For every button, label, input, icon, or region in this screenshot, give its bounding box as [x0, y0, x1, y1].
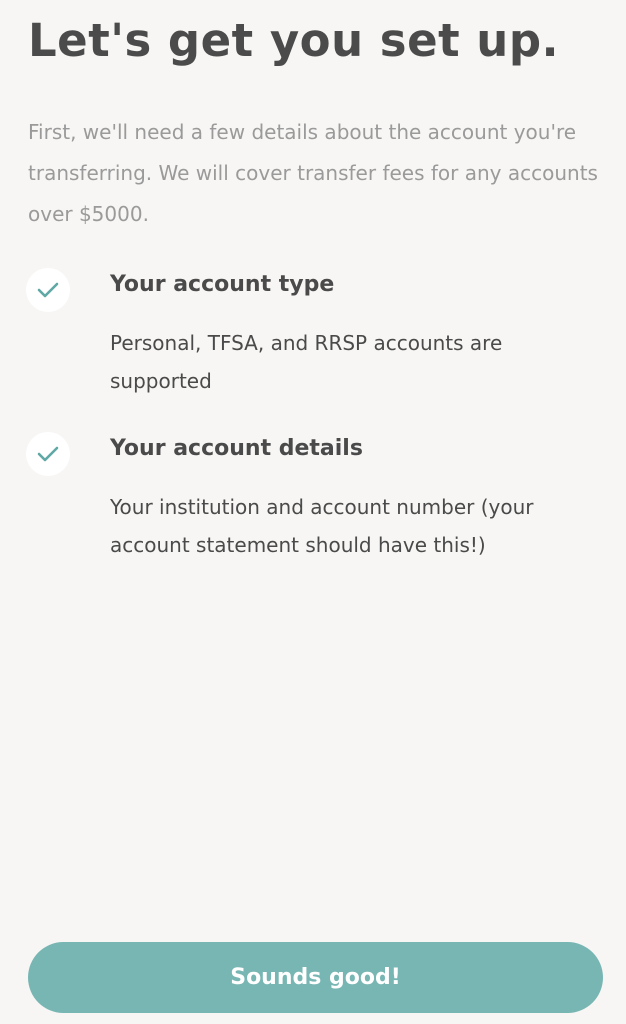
intro-text: First, we'll need a few details about th… — [28, 120, 598, 226]
sounds-good-button[interactable]: Sounds good! — [28, 942, 603, 1013]
page-title: Let's get you set up. — [28, 14, 560, 67]
requirement-description: Personal, TFSA, and RRSP accounts are su… — [110, 331, 503, 393]
check-icon — [26, 268, 70, 312]
requirement-title: Your account details — [110, 436, 363, 461]
check-icon — [26, 432, 70, 476]
requirement-description: Your institution and account number (you… — [110, 495, 534, 557]
requirement-title: Your account type — [110, 272, 335, 297]
